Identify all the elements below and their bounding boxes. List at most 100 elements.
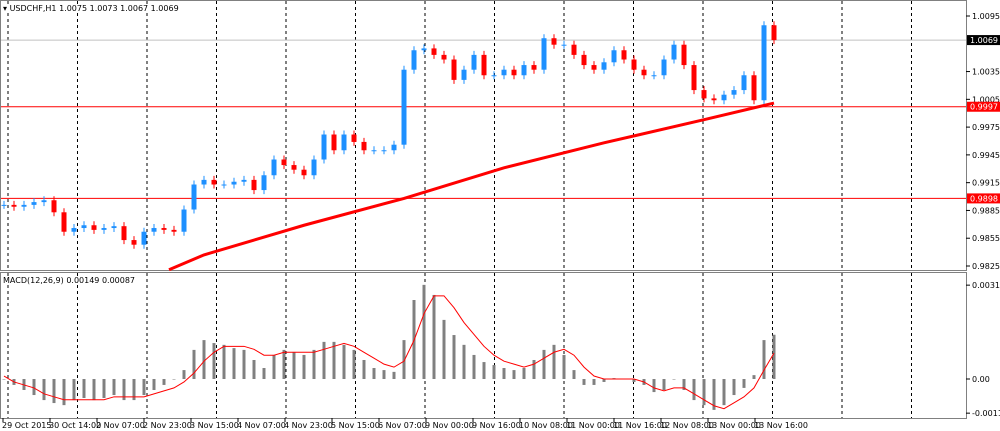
candle-body <box>211 179 217 185</box>
macd-histogram-bar <box>562 354 566 379</box>
x-tick-label: 10 Nov 08:00 <box>519 421 573 430</box>
macd-histogram-bar <box>72 379 76 401</box>
macd-histogram-bar <box>52 379 56 404</box>
candle-body <box>361 141 367 151</box>
candle-body <box>711 98 717 101</box>
x-tick-label: 12 Nov 08:00 <box>660 421 714 430</box>
candle-body <box>401 69 407 145</box>
y-tick-label: 0.9975 <box>972 123 1000 132</box>
candle-body <box>71 228 77 232</box>
y-tick-label: 0.9915 <box>972 179 1000 188</box>
candle-body <box>531 65 537 70</box>
macd-histogram-bar <box>572 370 576 379</box>
x-tick-label: 11 Nov 16:00 <box>613 421 667 430</box>
candle-body <box>101 228 107 230</box>
candle-body <box>541 38 547 70</box>
candle-body <box>121 226 127 241</box>
macd-histogram-bar <box>62 379 66 406</box>
candle-body <box>481 54 487 76</box>
x-tick-label: 4 Nov 07:00 <box>237 421 286 430</box>
candle-body <box>21 204 27 207</box>
y-tick-label: 0.9945 <box>972 151 1000 160</box>
candle-body <box>61 212 67 232</box>
candle-body <box>431 48 437 55</box>
macd-histogram-bar <box>322 341 326 379</box>
candle-body <box>451 59 457 80</box>
x-tick-label: 5 Nov 15:00 <box>331 421 380 430</box>
macd-histogram-bar <box>312 349 316 379</box>
macd-histogram-bar <box>142 379 146 396</box>
candle-body <box>161 228 167 230</box>
candle-body <box>621 50 627 60</box>
macd-histogram-bar <box>502 368 506 379</box>
candle-body <box>131 240 137 245</box>
macd-histogram-bar <box>232 348 236 379</box>
macd-histogram-bar <box>582 379 586 385</box>
macd-histogram-bar <box>472 354 476 379</box>
symbol-label: USDCHF,H1 <box>9 4 57 13</box>
candle-body <box>191 184 197 210</box>
candle-body <box>311 159 317 176</box>
candle-body <box>671 44 677 60</box>
candle-body <box>471 54 477 70</box>
macd-histogram-bar <box>302 354 306 379</box>
collapse-arrow-icon[interactable]: ▾ <box>3 4 7 13</box>
candle-body <box>731 90 737 95</box>
macd-label: MACD(12,26,9) <box>3 276 64 285</box>
candle-body <box>231 181 237 185</box>
x-tick-label: 3 Nov 15:00 <box>190 421 239 430</box>
candle-body <box>251 179 257 191</box>
candle-body <box>51 200 57 213</box>
price-chart[interactable]: 1.00951.00351.00050.99750.99450.99150.98… <box>0 0 1000 431</box>
x-tick-label: 13 Nov 00:00 <box>707 421 761 430</box>
macd-histogram-bar <box>692 379 696 401</box>
macd-histogram-bar <box>552 344 556 379</box>
x-tick-label: 13 Nov 16:00 <box>754 421 808 430</box>
macd-histogram-bar <box>492 365 496 379</box>
candle-body <box>281 159 287 166</box>
symbol-header: ▾ USDCHF,H1 1.0075 1.0073 1.0067 1.0069 <box>3 4 179 13</box>
macd-histogram-bar <box>282 349 286 379</box>
candle-body <box>321 134 327 160</box>
macd-histogram-bar <box>272 354 276 379</box>
candle-body <box>761 25 767 101</box>
candle-body <box>261 175 267 191</box>
x-tick-label: 6 Nov 07:00 <box>378 421 427 430</box>
macd-histogram-bar <box>342 344 346 379</box>
candle-body <box>641 69 647 76</box>
x-tick-label: 11 Nov 00:00 <box>566 421 620 430</box>
candle-body <box>461 69 467 80</box>
candle-body <box>351 134 357 142</box>
candle-body <box>291 165 297 170</box>
macd-histogram-bar <box>362 359 366 379</box>
moving-average-line <box>168 101 775 272</box>
candle-body <box>651 75 657 77</box>
macd-histogram-bar <box>652 379 656 393</box>
candle-body <box>1 204 7 206</box>
macd-histogram-bar <box>102 379 106 399</box>
x-tick-label: 2 Nov 07:00 <box>96 421 145 430</box>
macd-histogram-bar <box>382 370 386 379</box>
candle-body <box>301 169 307 176</box>
macd-histogram-bar <box>522 368 526 379</box>
ohlc-values: 1.0075 1.0073 1.0067 1.0069 <box>59 4 179 13</box>
candle-body <box>661 59 667 76</box>
x-tick-label: 30 Oct 14:00 <box>49 421 101 430</box>
macd-histogram-bar <box>462 344 466 379</box>
candle-body <box>141 231 147 245</box>
candle-body <box>501 69 507 76</box>
hline-price-label: 0.9997 <box>970 103 998 112</box>
hline-price-label: 0.9898 <box>970 194 998 203</box>
macd-histogram-bar <box>452 335 456 379</box>
y-tick-label: 1.0095 <box>972 12 1000 21</box>
candle-body <box>491 75 497 77</box>
y-tick-label: 0.9825 <box>972 262 1000 271</box>
macd-header: MACD(12,26,9) 0.00149 0.00087 <box>3 276 136 285</box>
macd-histogram-bar <box>112 379 116 396</box>
candle-body <box>91 225 97 230</box>
candle-body <box>601 62 607 70</box>
candle-body <box>681 44 687 66</box>
macd-histogram-bar <box>422 284 426 379</box>
candle-body <box>771 25 777 41</box>
macd-histogram-bar <box>82 379 86 399</box>
